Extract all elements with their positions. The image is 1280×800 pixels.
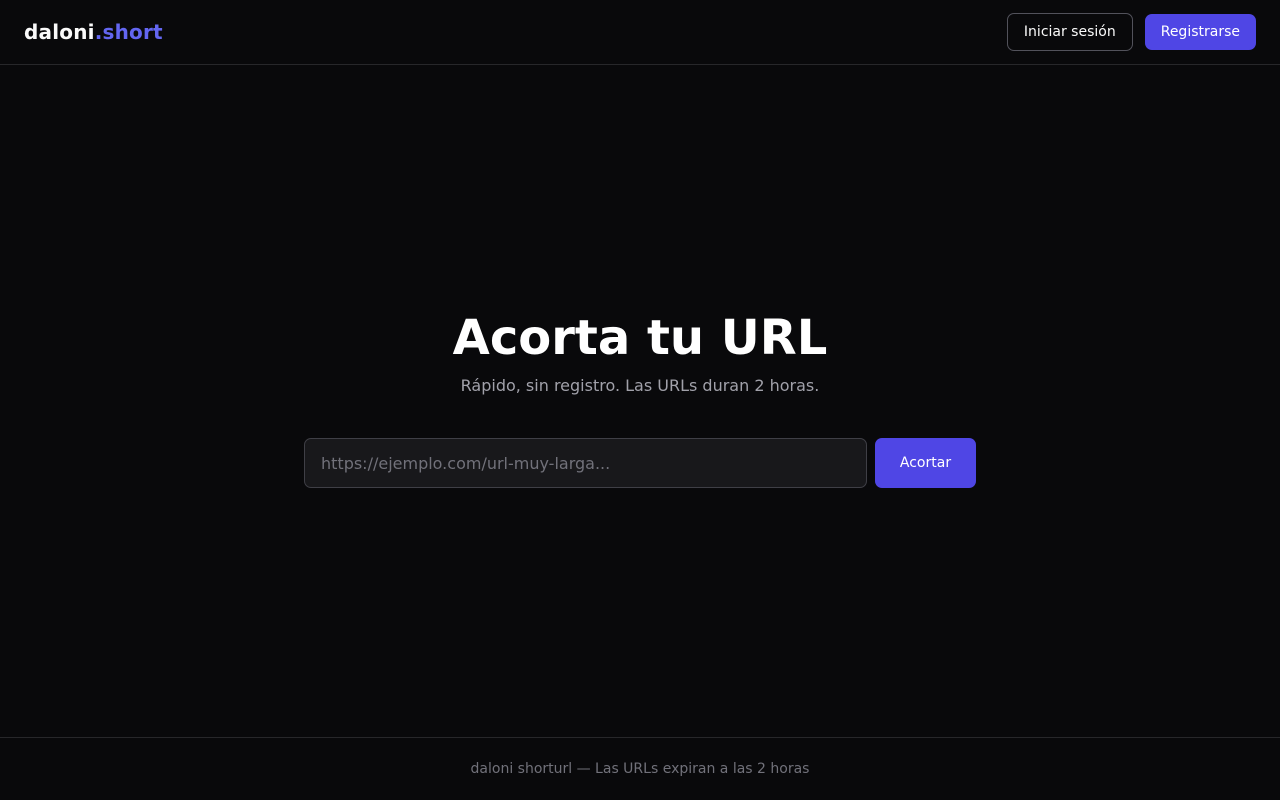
logo-accent: .short (94, 20, 163, 44)
header-nav: Iniciar sesión Registrarse (1006, 13, 1256, 51)
page-subtitle: Rápido, sin registro. Las URLs duran 2 h… (460, 376, 820, 395)
logo-main: daloni (24, 20, 95, 44)
register-button[interactable]: Registrarse (1144, 14, 1256, 50)
hero-section: Acorta tu URL Rápido, sin registro. Las … (0, 300, 1280, 396)
logo[interactable]: daloni.short (24, 20, 163, 44)
shorten-button[interactable]: Acortar (875, 438, 976, 488)
url-input[interactable] (304, 438, 867, 488)
page-title: Acorta tu URL (452, 310, 828, 366)
footer: daloni shorturl — Las URLs expiran a las… (0, 737, 1280, 800)
top-header: daloni.short Iniciar sesión Registrarse (0, 0, 1280, 65)
login-button[interactable]: Iniciar sesión (1006, 13, 1133, 51)
footer-text: daloni shorturl — Las URLs expiran a las… (470, 761, 810, 777)
shorten-form: Acortar (304, 438, 976, 488)
